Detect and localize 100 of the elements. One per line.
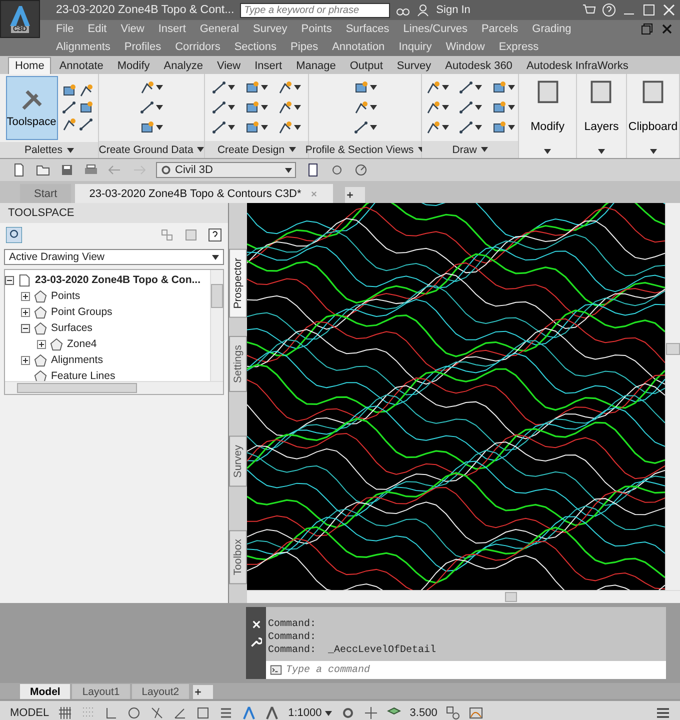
side-tab[interactable]: Prospector (229, 249, 247, 318)
ortho-icon[interactable] (104, 706, 118, 720)
caret-icon[interactable] (442, 105, 449, 110)
caret-icon[interactable] (442, 85, 449, 90)
expand-icon[interactable] (21, 292, 30, 300)
caret-icon[interactable] (294, 85, 302, 90)
palette-tool-icon[interactable] (62, 84, 76, 98)
caret-icon[interactable] (228, 85, 236, 90)
palette-tool-icon[interactable] (62, 101, 76, 115)
menu-item[interactable]: Parcels (481, 20, 518, 38)
caret-icon[interactable] (442, 125, 449, 130)
tree-item[interactable]: Surfaces (51, 322, 92, 334)
tool-icon[interactable] (278, 120, 292, 134)
caret-icon[interactable] (261, 85, 268, 90)
menu-item[interactable]: Lines/Curves (403, 20, 468, 38)
annotation-icon[interactable] (242, 706, 256, 720)
menu-item[interactable]: Edit (88, 20, 107, 38)
file-tab[interactable]: 23-03-2020 Zone4B Topo & Contours C3D* (75, 184, 334, 203)
tool-icon[interactable] (426, 120, 440, 134)
tool-icon[interactable] (245, 100, 260, 114)
model-space-button[interactable]: MODEL (10, 707, 50, 719)
tool-icon[interactable] (426, 100, 440, 114)
grid-icon[interactable] (58, 706, 72, 720)
open-folder-icon[interactable] (36, 163, 50, 177)
caret-icon[interactable] (156, 105, 164, 110)
tool-icon[interactable] (245, 120, 260, 134)
gear-icon[interactable] (340, 706, 355, 720)
tool-icon[interactable] (212, 100, 226, 114)
user-icon[interactable] (416, 3, 430, 17)
palette-tool-icon[interactable] (62, 118, 76, 132)
menu-item[interactable]: Window (446, 38, 485, 56)
panel-title[interactable]: Draw (422, 141, 518, 158)
caret-icon[interactable] (598, 149, 605, 154)
ribbon-panel-button[interactable]: Clipboard (626, 76, 680, 156)
caret-icon[interactable] (228, 105, 236, 110)
caret-icon[interactable] (288, 147, 296, 152)
tree-item[interactable]: Feature Lines (51, 370, 116, 382)
caret-icon[interactable] (480, 147, 488, 152)
side-tab[interactable]: Settings (229, 336, 247, 392)
collapse-icon[interactable] (21, 324, 30, 332)
side-tab[interactable]: Toolbox (229, 530, 247, 585)
ribbon-tab[interactable]: Autodesk InfraWorks (520, 57, 634, 74)
menu-item[interactable]: General (200, 20, 240, 38)
restore-icon[interactable] (640, 22, 654, 36)
caret-icon[interactable] (474, 125, 482, 130)
close-icon[interactable] (660, 22, 674, 36)
palette-tool-icon[interactable] (78, 118, 93, 132)
tool-icon[interactable] (492, 120, 506, 134)
lineweight-icon[interactable] (219, 706, 234, 720)
tool-icon[interactable] (278, 100, 292, 114)
caret-icon[interactable] (474, 85, 482, 90)
caret-icon[interactable] (508, 105, 515, 110)
caret-icon[interactable] (370, 125, 376, 130)
caret-icon[interactable] (156, 85, 164, 90)
caret-icon[interactable] (261, 105, 268, 110)
menu-item[interactable]: View (120, 20, 144, 38)
square-icon[interactable] (196, 706, 210, 720)
command-field[interactable]: Type a command (286, 661, 666, 679)
ribbon-tab[interactable]: Output (344, 57, 389, 74)
scrollbar[interactable] (210, 270, 223, 381)
layout-tab[interactable]: Layout2 (132, 684, 190, 699)
menu-item[interactable]: Alignments (56, 38, 110, 56)
ribbon-tab[interactable]: Analyze (158, 57, 209, 74)
help-icon[interactable] (208, 228, 222, 242)
tree-item[interactable]: Points (51, 290, 80, 302)
ribbon-tab[interactable]: Manage (290, 57, 342, 74)
print-icon[interactable] (84, 163, 98, 177)
tool-icon[interactable] (140, 100, 154, 114)
tool-icon[interactable] (140, 120, 154, 134)
tool-icon[interactable] (354, 80, 368, 94)
maximize-icon[interactable] (642, 3, 656, 17)
layout-tab[interactable]: Model (20, 684, 70, 699)
caret-icon[interactable] (294, 105, 302, 110)
menu-item[interactable]: File (56, 20, 74, 38)
caret-icon[interactable] (370, 85, 376, 90)
ribbon-tab[interactable]: Autodesk 360 (439, 57, 518, 74)
polar-icon[interactable] (127, 706, 142, 720)
expand-icon[interactable] (21, 308, 30, 316)
caret-icon[interactable] (261, 125, 268, 130)
tree-item[interactable]: Alignments (51, 354, 103, 366)
caret-icon[interactable] (650, 149, 656, 154)
close-icon[interactable] (662, 3, 676, 17)
new-file-icon[interactable] (12, 163, 26, 177)
gauge-icon[interactable] (354, 163, 368, 177)
prompt-icon[interactable] (270, 664, 282, 676)
caret-icon[interactable] (66, 148, 74, 152)
tool-icon[interactable] (458, 100, 473, 114)
expand-icon[interactable] (21, 356, 30, 364)
toolspace-button[interactable]: Toolspace (6, 76, 58, 140)
menu-item[interactable]: Surfaces (346, 20, 390, 38)
tool-icon[interactable] (245, 80, 260, 94)
annotation-icon[interactable] (265, 706, 280, 720)
palette-tool-icon[interactable] (78, 84, 93, 98)
caret-icon[interactable] (228, 125, 236, 130)
menu-item[interactable]: Express (498, 38, 539, 56)
menu-icon[interactable] (656, 706, 670, 720)
scale-dropdown[interactable]: 1:1000 (288, 707, 332, 719)
ribbon-tab[interactable]: Survey (390, 57, 438, 74)
caret-icon[interactable] (197, 147, 204, 152)
menu-item[interactable]: Grading (532, 20, 572, 38)
